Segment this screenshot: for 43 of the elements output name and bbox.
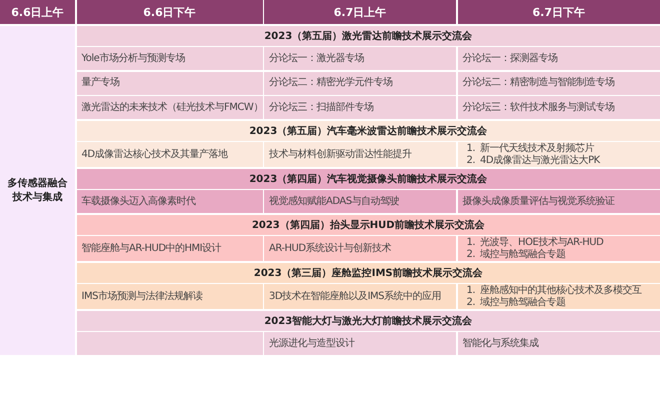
- table-cell: 分论坛二：精密光学元件专场: [264, 72, 456, 94]
- table-cell: 分论坛一：激光器专场: [264, 47, 456, 70]
- table-cell: 技术与材料创新驱动雷达性能提升: [264, 142, 456, 167]
- table-cell: IMS市场预测与法律法规解读: [76, 284, 262, 309]
- session-title: 2023（第四届）抬头显示HUD前瞻技术展示交流会: [76, 214, 660, 234]
- table-cell: 分论坛二：精密制造与智能制造专场: [458, 72, 660, 94]
- table-cell: 智能座舱与AR-HUD中的HMI设计: [76, 236, 262, 261]
- column-header: 6.6日上午: [0, 0, 75, 24]
- table-cell: 分论坛三：软件技术服务与测试专场: [458, 96, 660, 119]
- session-title: 2023（第四届）汽车视觉摄像头前瞻技术展示交流会: [76, 168, 660, 188]
- table-cell: 光源进化与造型设计: [264, 332, 456, 355]
- column-header: 6.7日上午: [264, 0, 456, 24]
- table-cell: 量产专场: [76, 72, 262, 94]
- session-title: 2023（第三届）座舱监控IMS前瞻技术展示交流会: [76, 262, 660, 282]
- list-item-text: 光波导、HOE技术与AR-HUD: [480, 237, 604, 248]
- table-cell: 分论坛三：扫描部件专场: [264, 96, 456, 119]
- session-title: 2023智能大灯与激光大灯前瞻技术展示交流会: [76, 310, 660, 330]
- column-header: 6.7日下午: [458, 0, 660, 24]
- track-cell: 多传感器融合技术与集成: [0, 26, 75, 355]
- table-cell: AR-HUD系统设计与创新技术: [264, 236, 456, 261]
- list-item-text: 域控与舱驾融合专题: [480, 296, 566, 308]
- list-number: 1.: [466, 237, 476, 248]
- list-number: 1.: [466, 285, 476, 296]
- table-cell: 4D成像雷达核心技术及其量产落地: [76, 142, 262, 167]
- table-cell: 智能化与系统集成: [458, 332, 660, 355]
- column-header: 6.6日下午: [76, 0, 262, 24]
- table-cell: Yole市场分析与预测专场: [76, 47, 262, 70]
- list-item-text: 新一代天线技术及射频芯片: [480, 143, 594, 154]
- list-item-text: 4D成像雷达与激光雷达大PK: [480, 154, 600, 166]
- session-title: 2023（第五届）激光雷达前瞻技术展示交流会: [76, 26, 660, 46]
- list-number: 2.: [466, 248, 476, 260]
- list-item-text: 座舱感知中的其他核心技术及多模交互: [480, 285, 642, 296]
- table-cell: 3D技术在智能座舱以及IMS系统中的应用: [264, 284, 456, 309]
- list-number: 2.: [466, 296, 476, 308]
- table-cell: 摄像头成像质量评估与视觉系统验证: [458, 190, 660, 213]
- list-number: 2.: [466, 154, 476, 166]
- table-cell: 激光雷达的未来技术（硅光技术与FMCW）: [76, 96, 262, 119]
- list-item-text: 域控与舱驾融合专题: [480, 248, 566, 260]
- list-number: 1.: [466, 143, 476, 154]
- table-cell: 分论坛一：探测器专场: [458, 47, 660, 70]
- table-cell: 车载摄像头迈入高像素时代: [76, 190, 262, 213]
- table-cell: 视觉感知赋能ADAS与自动驾驶: [264, 190, 456, 213]
- session-title: 2023（第五届）汽车毫米波雷达前瞻技术展示交流会: [76, 120, 660, 140]
